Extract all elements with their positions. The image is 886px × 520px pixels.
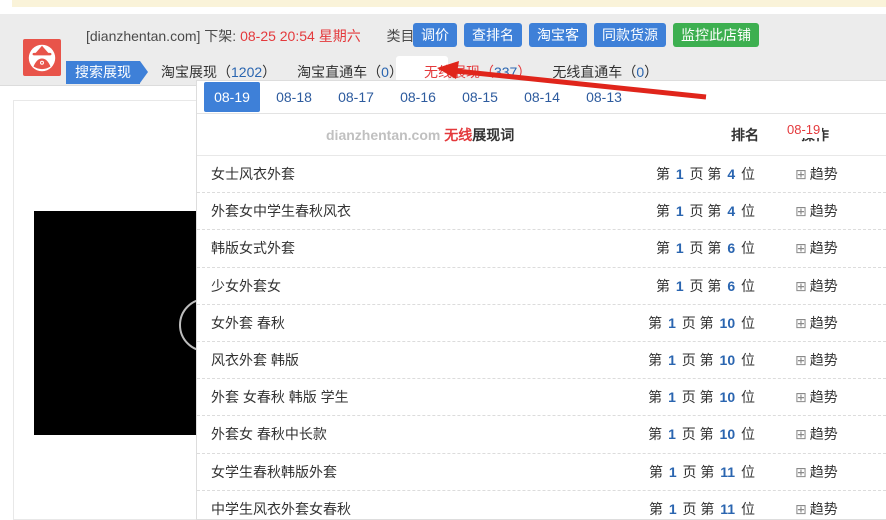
keyword-cell: 少女外套女	[211, 277, 281, 294]
trend-link[interactable]: ⊞ 趋势	[755, 201, 886, 221]
toolbar: [dianzhentan.com] 下架: 08-25 20:54 星期六 类目…	[0, 14, 886, 86]
tab-taobao-train[interactable]: 淘宝直通车（0）	[297, 62, 403, 82]
shop-status-line: [dianzhentan.com] 下架: 08-25 20:54 星期六 类目…	[86, 24, 450, 48]
tab-wireless-train[interactable]: 无线直通车（0）	[552, 62, 658, 82]
expand-plus-icon: ⊞	[795, 277, 807, 294]
expand-plus-icon: ⊞	[795, 426, 807, 443]
date-tab-0817[interactable]: 08-17	[325, 82, 387, 112]
column-rank-header: 排名	[731, 127, 759, 143]
date-tab-0815[interactable]: 08-15	[449, 82, 511, 112]
rank-cell: 第 1 页 第 4 位	[655, 203, 755, 220]
table-row: 女外套 春秋 第 1 页 第 10 位 ⊞ 趋势	[197, 305, 886, 342]
table-row: 风衣外套 韩版 第 1 页 第 10 位 ⊞ 趋势	[197, 342, 886, 380]
rank-cell: 第 1 页 第 11 位	[648, 500, 755, 517]
keyword-cell: 女学生春秋韩版外套	[211, 463, 337, 480]
taobaoke-button[interactable]: 淘宝客	[529, 23, 587, 47]
trend-link[interactable]: ⊞ 趋势	[755, 313, 886, 333]
rank-cell: 第 1 页 第 11 位	[648, 463, 755, 480]
keyword-cell: 韩版女式外套	[211, 240, 295, 257]
expand-plus-icon: ⊞	[795, 240, 807, 257]
expand-plus-icon: ⊞	[795, 314, 807, 331]
keyword-cell: 女外套 春秋	[211, 314, 285, 331]
expand-plus-icon: ⊞	[795, 463, 807, 480]
table-row: 韩版女式外套 第 1 页 第 6 位 ⊞ 趋势	[197, 230, 886, 268]
check-rank-button[interactable]: 查排名	[464, 23, 522, 47]
table-row: 中学生风衣外套女春秋 第 1 页 第 11 位 ⊞ 趋势	[197, 491, 886, 519]
tab-search-exposure-label: 搜索展现	[75, 63, 131, 80]
expand-plus-icon: ⊞	[795, 203, 807, 220]
trend-link[interactable]: ⊞ 趋势	[755, 276, 886, 296]
date-tab-0814[interactable]: 08-14	[511, 82, 573, 112]
trend-link[interactable]: ⊞ 趋势	[755, 350, 886, 370]
keyword-cell: 外套 女春秋 韩版 学生	[211, 389, 349, 406]
trend-link[interactable]: ⊞ 趋势	[755, 462, 886, 482]
date-tabs: 08-19 08-18 08-17 08-16 08-15 08-14 08-1…	[197, 81, 886, 114]
table-row: 女士风衣外套 第 1 页 第 4 位 ⊞ 趋势	[197, 156, 886, 194]
watermark-site: dianzhentan.com	[326, 127, 441, 143]
expand-plus-icon: ⊞	[795, 352, 807, 369]
rank-cell: 第 1 页 第 10 位	[648, 314, 755, 331]
rank-cell: 第 1 页 第 10 位	[648, 389, 755, 406]
keyword-cell: 风衣外套 韩版	[211, 352, 299, 369]
dianzhentan-logo-icon	[23, 39, 61, 76]
tab-wireless-exposure[interactable]: 无线展现（337）	[424, 62, 531, 82]
table-row: 女学生春秋韩版外套 第 1 页 第 11 位 ⊞ 趋势	[197, 454, 886, 491]
trend-link[interactable]: ⊞ 趋势	[755, 499, 886, 519]
expand-plus-icon: ⊞	[795, 389, 807, 406]
table-row: 少女外套女 第 1 页 第 6 位 ⊞ 趋势	[197, 268, 886, 305]
adjust-price-button[interactable]: 调价	[413, 23, 457, 47]
column-keyword-header: dianzhentan.com 无线展现词	[326, 127, 515, 143]
date-tab-0818[interactable]: 08-18	[263, 82, 325, 112]
tab-search-exposure[interactable]: 搜索展现	[66, 60, 148, 84]
table-row: 外套 女春秋 韩版 学生 第 1 页 第 10 位 ⊞ 趋势	[197, 379, 886, 417]
top-notice-strip	[12, 0, 886, 7]
date-tab-0819[interactable]: 08-19	[204, 82, 260, 112]
trend-link[interactable]: ⊞ 趋势	[755, 238, 886, 258]
date-tab-0816[interactable]: 08-16	[387, 82, 449, 112]
tab-taobao-exposure[interactable]: 淘宝展现（1202）	[161, 62, 276, 82]
monitor-shop-button[interactable]: 监控此店铺	[673, 23, 759, 47]
table-row: 外套女中学生春秋风衣 第 1 页 第 4 位 ⊞ 趋势	[197, 193, 886, 231]
keyword-cell: 外套女 春秋中长款	[211, 426, 327, 443]
action-buttons: 调价 查排名 淘宝客 同款货源 监控此店铺	[413, 23, 759, 47]
rank-cell: 第 1 页 第 10 位	[648, 352, 755, 369]
trend-link[interactable]: ⊞ 趋势	[755, 424, 886, 444]
expand-plus-icon: ⊞	[795, 166, 807, 183]
rank-cell: 第 1 页 第 10 位	[648, 426, 755, 443]
table-header: dianzhentan.com 无线展现词 排名 操作 08-19	[197, 114, 886, 156]
keyword-cell: 中学生风衣外套女春秋	[211, 500, 351, 517]
date-badge: 08-19	[785, 121, 823, 138]
keyword-table: 女士风衣外套 第 1 页 第 4 位 ⊞ 趋势 外套女中学生春秋风衣 第 1 页 …	[197, 156, 886, 519]
shop-domain: [dianzhentan.com]	[86, 28, 201, 44]
table-row: 外套女 春秋中长款 第 1 页 第 10 位 ⊞ 趋势	[197, 416, 886, 454]
trend-link[interactable]: ⊞ 趋势	[755, 387, 886, 407]
trend-link[interactable]: ⊞ 趋势	[755, 164, 886, 184]
offshelf-time: 08-25 20:54 星期六	[240, 28, 361, 44]
offshelf-label: 下架:	[204, 28, 237, 44]
expand-plus-icon: ⊞	[795, 500, 807, 517]
same-source-button[interactable]: 同款货源	[594, 23, 666, 47]
rank-cell: 第 1 页 第 6 位	[655, 277, 755, 294]
rank-cell: 第 1 页 第 6 位	[655, 240, 755, 257]
blacked-out-image	[34, 211, 196, 435]
date-tab-0813[interactable]: 08-13	[573, 82, 635, 112]
keyword-cell: 女士风衣外套	[211, 166, 295, 183]
tab-pointer-decoration	[140, 60, 148, 83]
rank-cell: 第 1 页 第 4 位	[655, 166, 755, 183]
keyword-dropdown-panel: 08-19 08-18 08-17 08-16 08-15 08-14 08-1…	[196, 80, 886, 520]
keyword-cell: 外套女中学生春秋风衣	[211, 203, 351, 220]
